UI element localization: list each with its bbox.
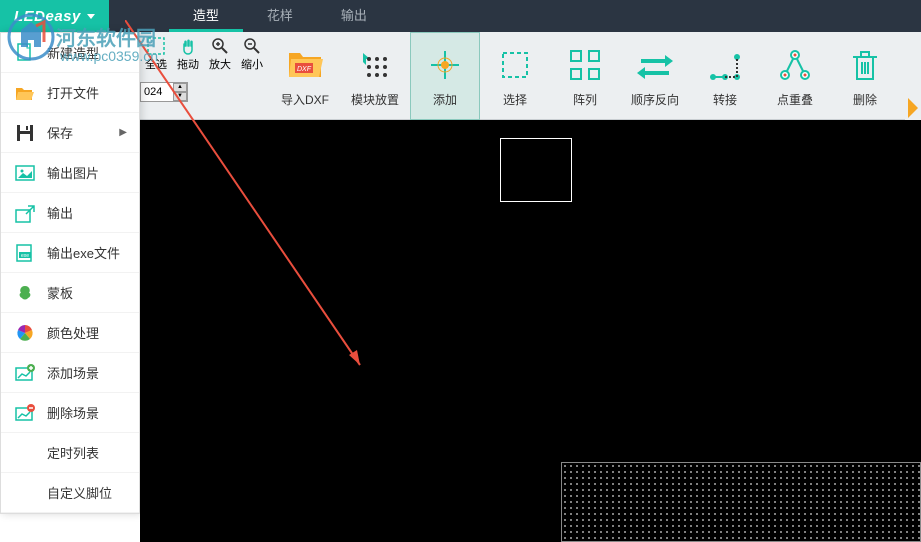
- submenu-arrow-icon: ▶: [119, 127, 127, 138]
- spinner-up[interactable]: ▲: [173, 83, 187, 92]
- hand-icon: [178, 36, 198, 56]
- number-spinner[interactable]: 024 ▲ ▼: [140, 82, 188, 102]
- grid-dots-icon: [355, 45, 395, 85]
- menu-delete-scene[interactable]: 删除场景: [1, 393, 139, 433]
- file-menu: 新建造型 打开文件 保存 ▶ 输出图片 输出 exe 输出exe文件 蒙板 颜色…: [0, 32, 140, 514]
- save-icon: [13, 121, 37, 145]
- tab-output[interactable]: 输出: [317, 0, 391, 32]
- marquee-icon: [495, 45, 535, 85]
- folder-dxf-icon: DXF: [285, 45, 325, 85]
- add-button[interactable]: 添加: [410, 32, 480, 120]
- zoom-in-icon: [210, 36, 230, 56]
- transfer-button[interactable]: 转接: [690, 32, 760, 120]
- image-icon: [13, 161, 37, 185]
- watermark-url: www.pc0359.cn: [60, 48, 158, 64]
- zoom-out-icon: [242, 36, 262, 56]
- zoom-out-button[interactable]: 缩小: [236, 32, 268, 76]
- menu-color-process[interactable]: 颜色处理: [1, 313, 139, 353]
- svg-text:exe: exe: [21, 253, 29, 259]
- array-button[interactable]: 阵列: [550, 32, 620, 120]
- mask-icon: [13, 281, 37, 305]
- menu-export-image[interactable]: 输出图片: [1, 153, 139, 193]
- select-button[interactable]: 选择: [480, 32, 550, 120]
- tabs-container: 造型 花样 输出: [169, 0, 391, 32]
- add-scene-icon: [13, 361, 37, 385]
- point-overlap-button[interactable]: 点重叠: [760, 32, 830, 120]
- menu-open-file[interactable]: 打开文件: [1, 73, 139, 113]
- selection-rect: [500, 138, 572, 202]
- export-icon: [13, 201, 37, 225]
- canvas[interactable]: [140, 120, 921, 542]
- dot-matrix-area: [561, 462, 921, 542]
- tool-group: DXF 导入DXF 模块放置 添加 选择 阵列: [270, 32, 900, 120]
- menu-add-scene[interactable]: 添加场景: [1, 353, 139, 393]
- watermark-text: 河东软件园: [56, 22, 156, 51]
- color-wheel-icon: [13, 321, 37, 345]
- transfer-icon: [705, 45, 745, 85]
- module-place-button[interactable]: 模块放置: [340, 32, 410, 120]
- array-icon: [565, 45, 605, 85]
- add-point-icon: [425, 45, 465, 85]
- delete-scene-icon: [13, 401, 37, 425]
- menu-export-exe[interactable]: exe 输出exe文件: [1, 233, 139, 273]
- arrows-reverse-icon: [635, 45, 675, 85]
- sub-toolbar: 全选 拖动 放大 缩小: [140, 32, 268, 76]
- tab-shape[interactable]: 造型: [169, 0, 243, 32]
- zoom-in-button[interactable]: 放大: [204, 32, 236, 76]
- delete-button[interactable]: 删除: [830, 32, 900, 120]
- folder-open-icon: [13, 81, 37, 105]
- reverse-order-button[interactable]: 顺序反向: [620, 32, 690, 120]
- spinner-down[interactable]: ▼: [173, 92, 187, 101]
- point-overlap-icon: [775, 45, 815, 85]
- tab-pattern[interactable]: 花样: [243, 0, 317, 32]
- menu-save[interactable]: 保存 ▶: [1, 113, 139, 153]
- svg-text:DXF: DXF: [297, 66, 312, 73]
- trash-icon: [845, 45, 885, 85]
- menu-mask[interactable]: 蒙板: [1, 273, 139, 313]
- menu-custom-pins[interactable]: 自定义脚位: [1, 473, 139, 513]
- drag-button[interactable]: 拖动: [172, 32, 204, 76]
- menu-timer-list[interactable]: 定时列表: [1, 433, 139, 473]
- exe-icon: exe: [13, 241, 37, 265]
- number-row: 024 ▲ ▼: [140, 82, 188, 102]
- import-dxf-button[interactable]: DXF 导入DXF: [270, 32, 340, 120]
- menu-export[interactable]: 输出: [1, 193, 139, 233]
- watermark-logo: [6, 12, 56, 62]
